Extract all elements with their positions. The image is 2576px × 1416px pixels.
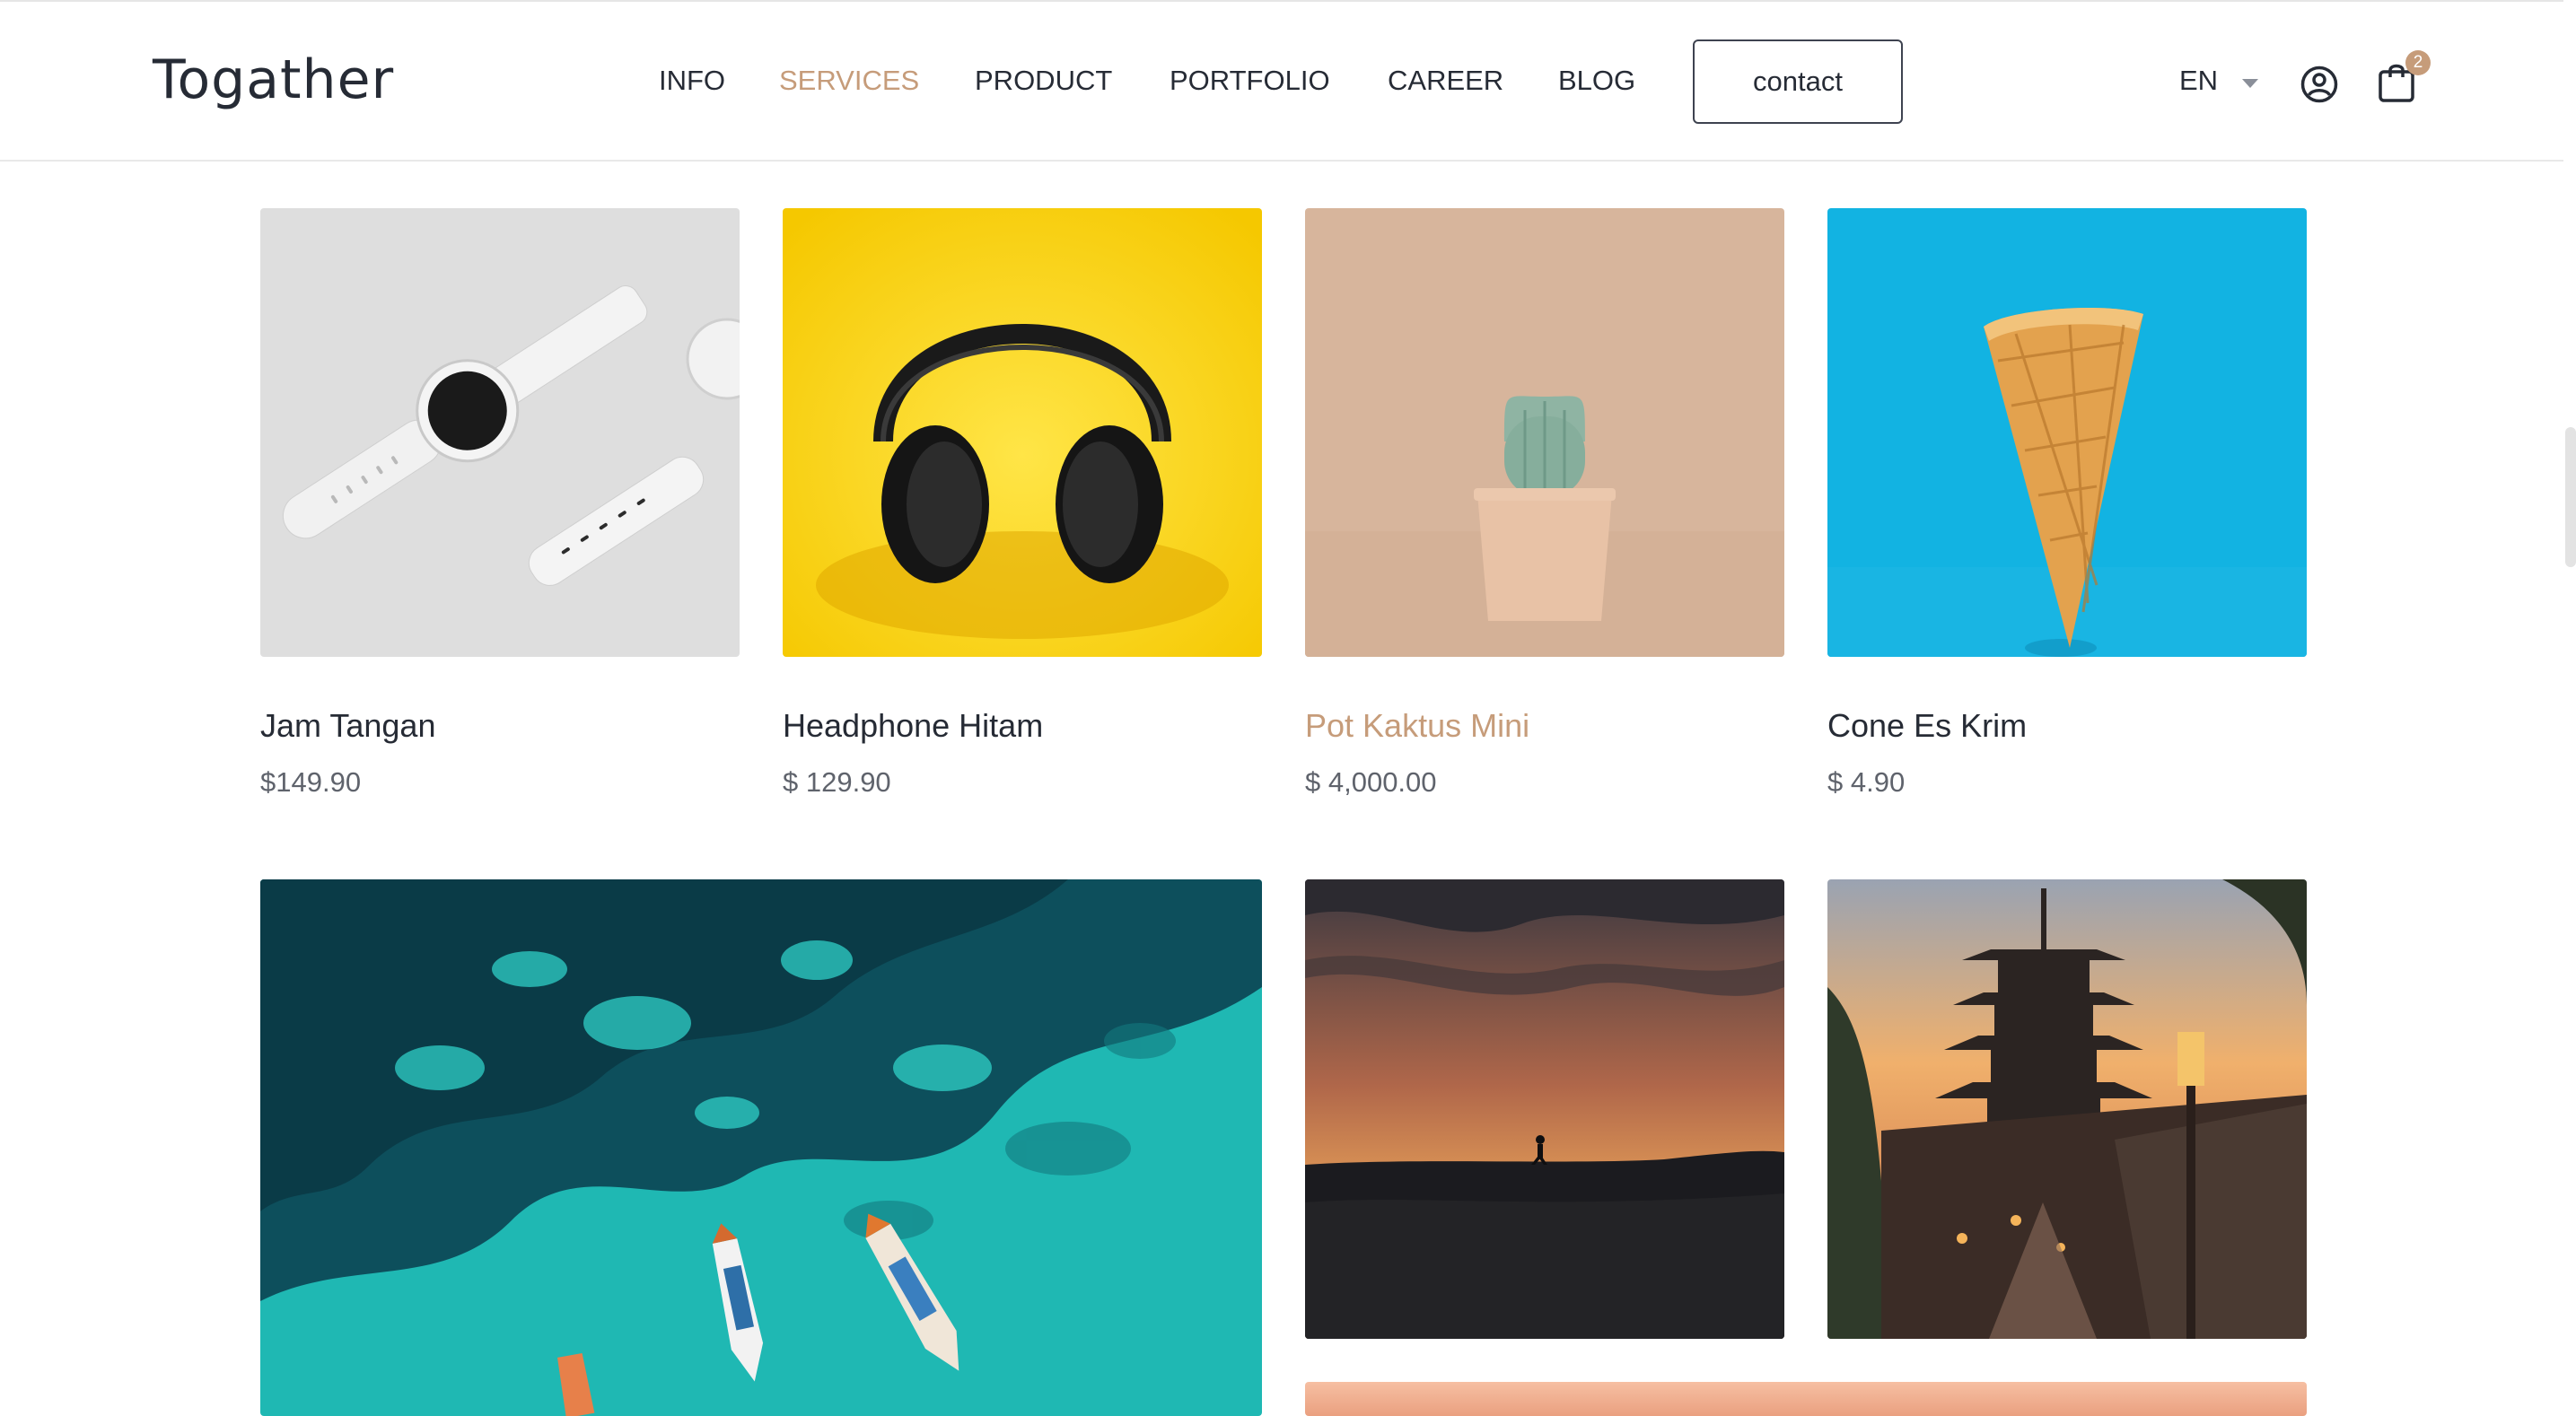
nav-item-portfolio[interactable]: PORTFOLIO: [1170, 65, 1330, 97]
white-smartwatch-image: [260, 208, 740, 657]
brand-logo[interactable]: Togather: [153, 48, 394, 111]
nav-item-services[interactable]: SERVICES: [779, 65, 919, 97]
product-price: $ 129.90: [783, 766, 891, 798]
contact-button[interactable]: contact: [1693, 39, 1903, 124]
page-scrollbar[interactable]: [2565, 427, 2576, 567]
mini-cactus-pot-image: [1305, 208, 1784, 657]
site-header: Togather INFO SERVICES PRODUCT PORTFOLIO…: [0, 0, 2563, 162]
ice-cream-cone-image: [1827, 208, 2307, 657]
product-card[interactable]: Jam Tangan $149.90: [260, 208, 740, 798]
user-icon[interactable]: [2300, 65, 2339, 104]
peach-banner-image[interactable]: [1305, 1382, 2307, 1416]
product-price: $149.90: [260, 766, 362, 798]
black-headphones-image: [783, 208, 1262, 657]
product-card[interactable]: Pot Kaktus Mini $ 4,000.00: [1305, 208, 1784, 798]
product-title[interactable]: Jam Tangan: [260, 707, 435, 745]
chevron-down-icon[interactable]: [2242, 79, 2258, 88]
sunset-hiker-silhouette-image[interactable]: [1305, 879, 1784, 1339]
product-card[interactable]: Headphone Hitam $ 129.90: [783, 208, 1262, 798]
japanese-pagoda-street-image[interactable]: [1827, 879, 2307, 1339]
nav-item-info[interactable]: INFO: [659, 65, 725, 97]
nav-item-career[interactable]: CAREER: [1388, 65, 1503, 97]
cart-count-badge: 2: [2405, 50, 2431, 75]
nav-item-product[interactable]: PRODUCT: [975, 65, 1112, 97]
product-card[interactable]: Cone Es Krim $ 4.90: [1827, 208, 2307, 798]
product-title[interactable]: Pot Kaktus Mini: [1305, 707, 1529, 745]
product-price: $ 4,000.00: [1305, 766, 1437, 798]
product-price: $ 4.90: [1827, 766, 1906, 798]
turquoise-sea-boats-image[interactable]: [260, 879, 1262, 1416]
nav-item-blog[interactable]: BLOG: [1558, 65, 1635, 97]
product-title[interactable]: Headphone Hitam: [783, 707, 1043, 745]
product-title[interactable]: Cone Es Krim: [1827, 707, 2027, 745]
language-selector[interactable]: EN: [2179, 65, 2218, 97]
